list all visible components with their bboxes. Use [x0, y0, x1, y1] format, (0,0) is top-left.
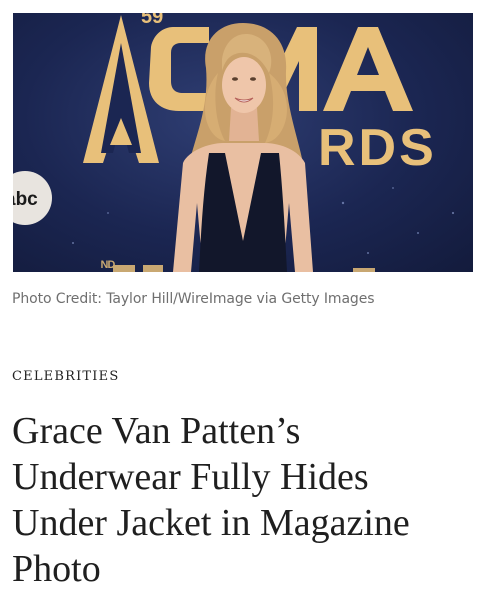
- cma-trophy-logo: [83, 15, 159, 163]
- abc-network-badge: abc: [13, 171, 52, 225]
- svg-text:abc: abc: [13, 189, 38, 210]
- photo-credit: Photo Credit: Taylor Hill/WireImage via …: [12, 291, 375, 307]
- svg-text:RDS: RDS: [318, 119, 437, 177]
- hero-photo[interactable]: 59 A RDS ᴺᴰ abc: [13, 13, 473, 272]
- article-headline: Grace Van Patten’s Underwear Fully Hides…: [12, 410, 410, 590]
- event-number: 59: [141, 13, 163, 28]
- hero-photo-illustration: 59 A RDS ᴺᴰ abc: [13, 13, 455, 272]
- category-link[interactable]: CELEBRITIES: [12, 369, 119, 384]
